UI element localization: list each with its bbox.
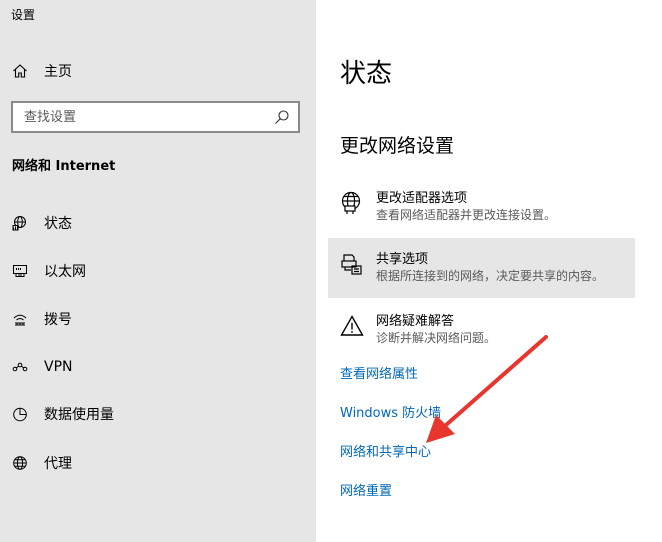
ethernet-icon bbox=[13, 265, 27, 277]
sidebar-item-dialup[interactable]: 拨号 bbox=[12, 307, 302, 331]
option-title: 更改适配器选项 bbox=[376, 191, 468, 206]
view-network-properties-link[interactable]: 查看网络属性 bbox=[340, 363, 418, 382]
network-sharing-center-link[interactable]: 网络和共享中心 bbox=[340, 441, 431, 460]
sidebar-item-proxy[interactable]: 代理 bbox=[12, 451, 302, 475]
option-desc: 根据所连接到的网络，决定要共享的内容。 bbox=[376, 269, 605, 283]
globe-icon bbox=[13, 456, 27, 470]
sidebar-item-status[interactable]: 状态 bbox=[12, 211, 302, 235]
network-troubleshooter[interactable]: 网络疑难解答 诊断并解决网络问题。 bbox=[328, 300, 635, 360]
windows-firewall-link[interactable]: Windows 防火墙 bbox=[340, 402, 441, 421]
section-title: 网络和 Internet bbox=[12, 159, 116, 174]
option-title: 网络疑难解答 bbox=[376, 314, 455, 329]
option-desc: 查看网络适配器并更改连接设置。 bbox=[376, 208, 557, 222]
sidebar-item-vpn[interactable]: VPN bbox=[12, 355, 302, 379]
page-title: 状态 bbox=[340, 59, 393, 89]
dialup-icon bbox=[13, 314, 27, 326]
sidebar-item-label: 主页 bbox=[44, 64, 72, 80]
home-icon bbox=[13, 64, 27, 78]
sidebar-item-label: VPN bbox=[44, 359, 73, 375]
app-title: 设置 bbox=[11, 8, 36, 22]
sidebar-item-label: 状态 bbox=[44, 216, 72, 232]
sidebar-item-label: 以太网 bbox=[44, 264, 86, 280]
globe-status-icon bbox=[12, 216, 26, 231]
sidebar-item-label: 拨号 bbox=[44, 312, 72, 328]
sidebar-item-ethernet[interactable]: 以太网 bbox=[12, 259, 302, 283]
search-input[interactable] bbox=[13, 103, 263, 131]
adapter-icon bbox=[341, 191, 361, 214]
vpn-icon bbox=[12, 362, 28, 372]
search-box[interactable] bbox=[11, 101, 300, 133]
sidebar-item-label: 代理 bbox=[44, 456, 72, 472]
data-usage-icon bbox=[13, 407, 27, 422]
warning-icon bbox=[340, 315, 364, 336]
sidebar: 设置 主页 网络和 Internet 状态 以太网 bbox=[0, 0, 316, 542]
section-heading: 更改网络设置 bbox=[340, 135, 455, 157]
sidebar-item-label: 数据使用量 bbox=[44, 407, 114, 423]
sidebar-item-data-usage[interactable]: 数据使用量 bbox=[12, 402, 302, 426]
sharing-icon bbox=[341, 254, 362, 275]
sharing-options[interactable]: 共享选项 根据所连接到的网络，决定要共享的内容。 bbox=[328, 238, 635, 298]
search-icon[interactable] bbox=[274, 109, 290, 125]
option-title: 共享选项 bbox=[376, 252, 429, 267]
network-reset-link[interactable]: 网络重置 bbox=[340, 480, 392, 499]
change-adapter-options[interactable]: 更改适配器选项 查看网络适配器并更改连接设置。 bbox=[328, 177, 635, 237]
sidebar-item-home[interactable]: 主页 bbox=[12, 61, 72, 81]
option-desc: 诊断并解决网络问题。 bbox=[376, 331, 497, 345]
